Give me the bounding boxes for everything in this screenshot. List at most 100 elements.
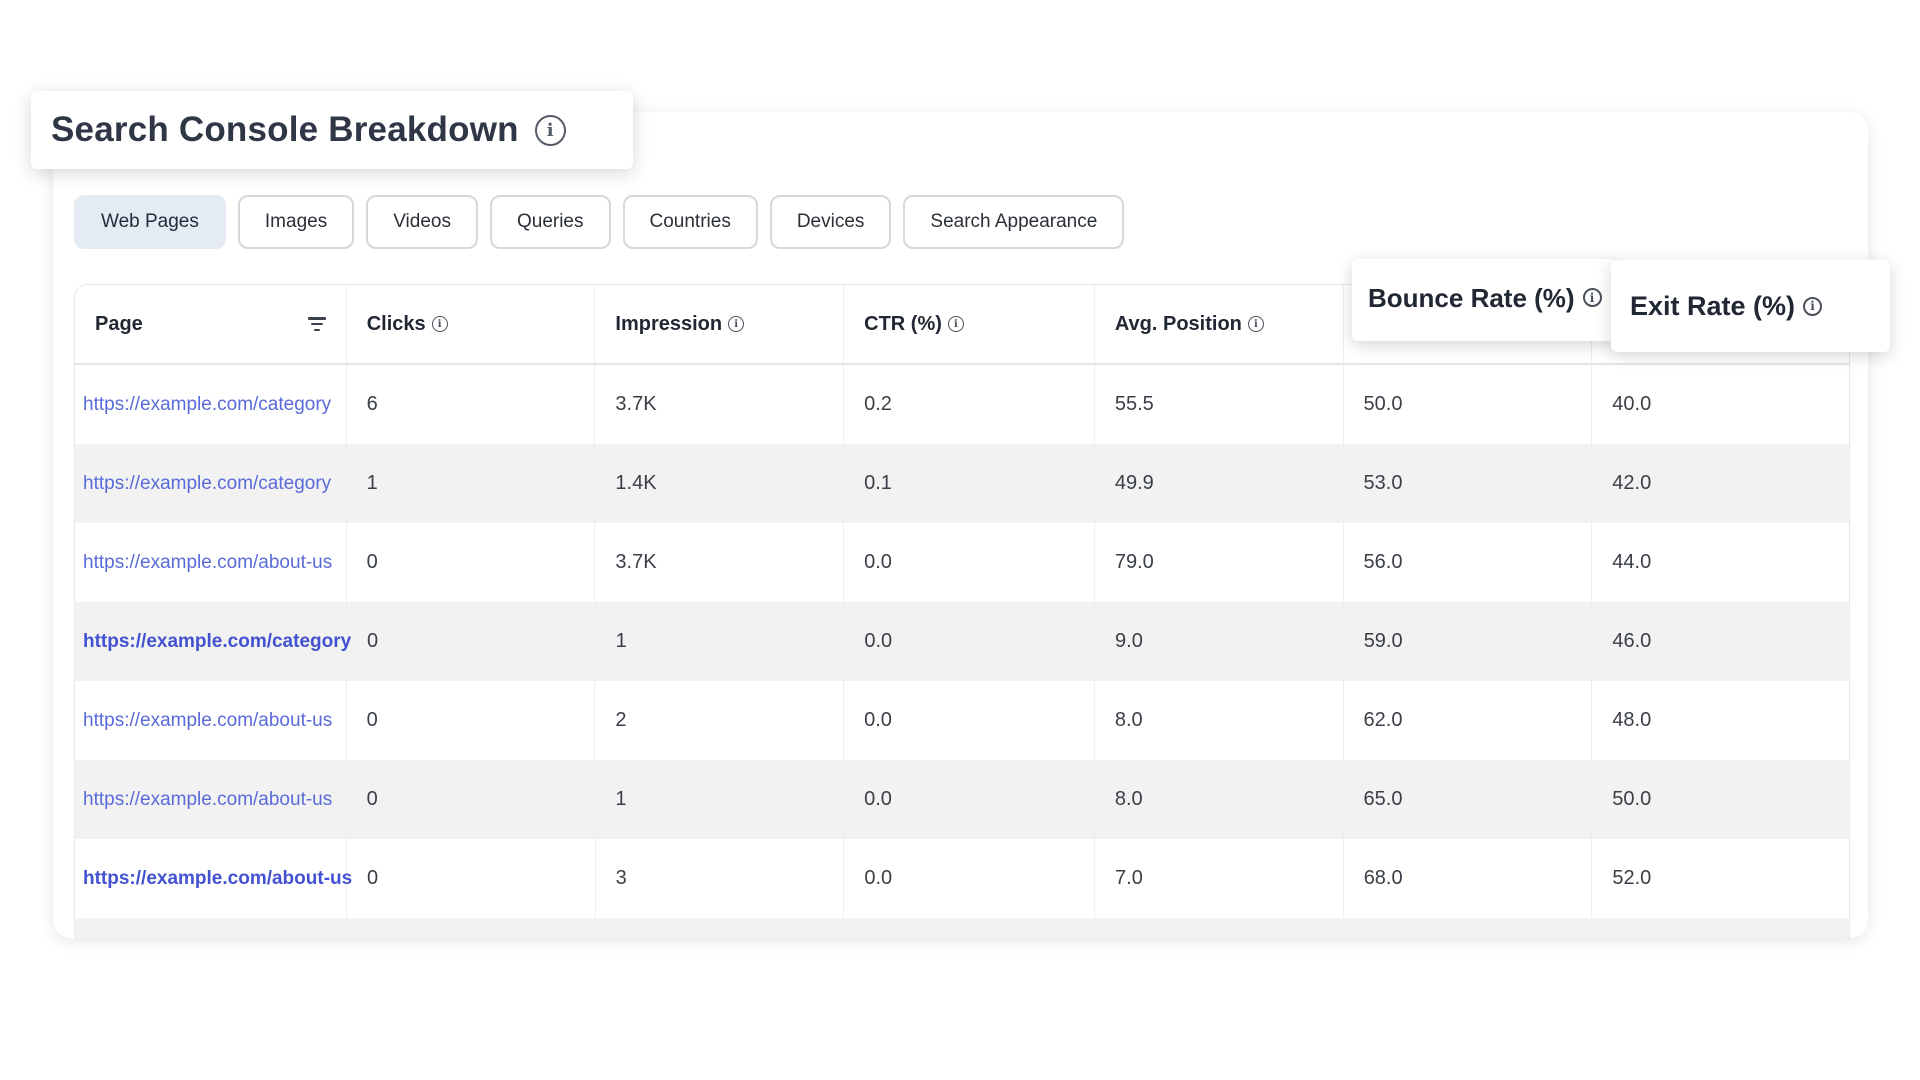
table-row[interactable]: https://example.com/about-us 0 2 0.0 8.0 62.0… xyxy=(75,681,1849,760)
tab-devices[interactable]: Devices xyxy=(769,195,892,249)
bounce-rate-cell: 53.0 xyxy=(1344,444,1593,523)
column-header-label: Bounce Rate (%) xyxy=(1368,283,1575,313)
impression-cell-value: 3.7K xyxy=(615,393,657,415)
page-link[interactable]: https://example.com/category xyxy=(83,394,331,416)
clicks-cell: 0 xyxy=(347,523,596,602)
screen: Search Console Breakdown i Web Pages Ima… xyxy=(0,0,1920,1080)
impression-cell: 2 xyxy=(595,681,845,760)
tab-videos[interactable]: Videos xyxy=(366,195,478,249)
page-cell: https://example.com/category xyxy=(75,444,347,523)
info-icon[interactable]: i xyxy=(534,114,566,146)
exit-rate-cell-value: 48.0 xyxy=(1612,709,1652,731)
ctr-cell-value: 0.1 xyxy=(864,472,892,494)
column-header-page[interactable]: Page xyxy=(75,285,347,363)
info-icon[interactable]: i xyxy=(1247,316,1264,332)
avg-position-cell: 8.0 xyxy=(1095,681,1344,760)
ctr-cell-value: 0.0 xyxy=(864,788,892,810)
clicks-cell-value: 0 xyxy=(366,709,378,731)
clicks-cell-value: 6 xyxy=(366,393,378,415)
clicks-cell: 0 xyxy=(347,602,596,681)
exit-rate-cell: 40.0 xyxy=(1592,365,1849,444)
bounce-rate-cell-value: 68.0 xyxy=(1363,867,1403,889)
filter-icon[interactable] xyxy=(307,316,326,332)
ctr-cell-value: 0.0 xyxy=(864,867,893,889)
clicks-cell-value: 0 xyxy=(366,551,378,573)
bounce-rate-cell: 50.0 xyxy=(1344,365,1593,444)
page-cell: https://example.com/category xyxy=(75,602,351,681)
clicks-cell-value: 0 xyxy=(367,867,379,889)
column-header-clicks[interactable]: Clicks i xyxy=(347,285,596,363)
page-cell: https://example.com/about-us xyxy=(75,839,352,918)
table-row[interactable]: https://example.com/category 6 3.7K 0.2 55.5… xyxy=(75,365,1849,444)
ctr-cell-value: 0.0 xyxy=(864,630,893,652)
exit-rate-cell: 46.0 xyxy=(1592,602,1849,681)
avg-position-cell-value: 7.0 xyxy=(1115,867,1143,889)
table-row[interactable]: https://example.com/category 1 1.4K 0.1 49.9… xyxy=(75,444,1849,523)
column-header-label: CTR (%) xyxy=(864,312,942,335)
page-link[interactable]: https://example.com/about-us xyxy=(83,710,332,732)
avg-position-cell: 79.0 xyxy=(1095,523,1344,602)
avg-position-cell: 8.0 xyxy=(1095,760,1344,839)
page-cell: https://example.com/about-us xyxy=(75,681,347,760)
ctr-cell-value: 0.2 xyxy=(864,393,892,415)
page-link[interactable]: https://example.com/category xyxy=(83,631,351,653)
avg-position-cell-value: 9.0 xyxy=(1115,630,1143,652)
tab-bar: Web Pages Images Videos Queries Countrie… xyxy=(74,195,1125,249)
tab-web-pages[interactable]: Web Pages xyxy=(74,195,226,249)
table-row[interactable]: https://example.com/category 0 1 0.0 9.0 59.0… xyxy=(75,602,1849,681)
tab-images[interactable]: Images xyxy=(237,195,355,249)
tab-queries[interactable]: Queries xyxy=(489,195,611,249)
exit-rate-cell: 50.0 xyxy=(1592,760,1849,839)
exit-rate-cell-value: 52.0 xyxy=(1612,867,1652,889)
column-header-exit-rate[interactable]: Exit Rate (%) i xyxy=(1611,260,1890,352)
table-row[interactable]: https://example.com/about-us 0 1 0.0 8.0 65.0… xyxy=(75,760,1849,839)
ctr-cell: 0.0 xyxy=(844,760,1095,839)
page-link[interactable]: https://example.com/about-us xyxy=(83,552,332,574)
exit-rate-cell-value: 50.0 xyxy=(1612,788,1652,810)
page-link[interactable]: https://example.com/about-us xyxy=(83,789,332,811)
avg-position-cell-value: 79.0 xyxy=(1114,551,1154,573)
clicks-cell: 0 xyxy=(347,839,596,918)
column-header-label: Page xyxy=(95,312,143,335)
info-icon[interactable]: i xyxy=(947,316,964,332)
exit-rate-cell-value: 46.0 xyxy=(1612,630,1652,652)
clicks-cell: 6 xyxy=(347,365,596,444)
avg-position-cell: 7.0 xyxy=(1095,839,1344,918)
column-header-avg-position[interactable]: Avg. Position i xyxy=(1095,285,1344,363)
bounce-rate-cell-value: 56.0 xyxy=(1363,551,1403,573)
avg-position-cell-value: 55.5 xyxy=(1114,393,1154,415)
column-header-impression[interactable]: Impression i xyxy=(595,285,845,363)
page-cell: https://example.com/about-us xyxy=(75,523,347,602)
clicks-cell: 1 xyxy=(347,444,596,523)
table-row[interactable]: https://example.com/about-us 0 3 0.0 7.0 68.0… xyxy=(75,839,1849,918)
column-header-bounce-rate[interactable]: Bounce Rate (%) i xyxy=(1352,259,1616,341)
clicks-cell: 0 xyxy=(347,681,596,760)
exit-rate-cell: 48.0 xyxy=(1592,681,1849,760)
ctr-cell: 0.0 xyxy=(844,681,1095,760)
avg-position-cell: 49.9 xyxy=(1095,444,1344,523)
tab-search-appearance[interactable]: Search Appearance xyxy=(903,195,1125,249)
table-row[interactable]: https://example.com/about-us 0 3.7K 0.0 79.0… xyxy=(75,523,1849,602)
bounce-rate-cell-value: 53.0 xyxy=(1363,472,1403,494)
impression-cell-value: 1 xyxy=(615,630,627,652)
table-row-partial xyxy=(75,918,1849,938)
info-icon[interactable]: i xyxy=(1582,288,1602,307)
avg-position-cell-value: 8.0 xyxy=(1114,788,1143,810)
bounce-rate-cell: 56.0 xyxy=(1344,523,1593,602)
page-cell: https://example.com/category xyxy=(75,365,347,444)
impression-cell: 3.7K xyxy=(595,365,845,444)
column-header-label: Clicks xyxy=(366,312,426,335)
tab-countries[interactable]: Countries xyxy=(622,195,758,249)
page-link[interactable]: https://example.com/category xyxy=(83,473,331,495)
clicks-cell: 0 xyxy=(347,760,596,839)
info-icon[interactable]: i xyxy=(728,316,745,332)
bounce-rate-cell: 59.0 xyxy=(1344,602,1593,681)
info-icon[interactable]: i xyxy=(431,316,448,332)
exit-rate-cell-value: 44.0 xyxy=(1612,551,1652,573)
impression-cell-value: 3.7K xyxy=(615,551,657,573)
column-header-ctr[interactable]: CTR (%) i xyxy=(844,285,1095,363)
impression-cell: 1 xyxy=(596,602,845,681)
info-icon[interactable]: i xyxy=(1803,296,1823,316)
page-link[interactable]: https://example.com/about-us xyxy=(83,868,352,890)
avg-position-cell: 9.0 xyxy=(1095,602,1344,681)
